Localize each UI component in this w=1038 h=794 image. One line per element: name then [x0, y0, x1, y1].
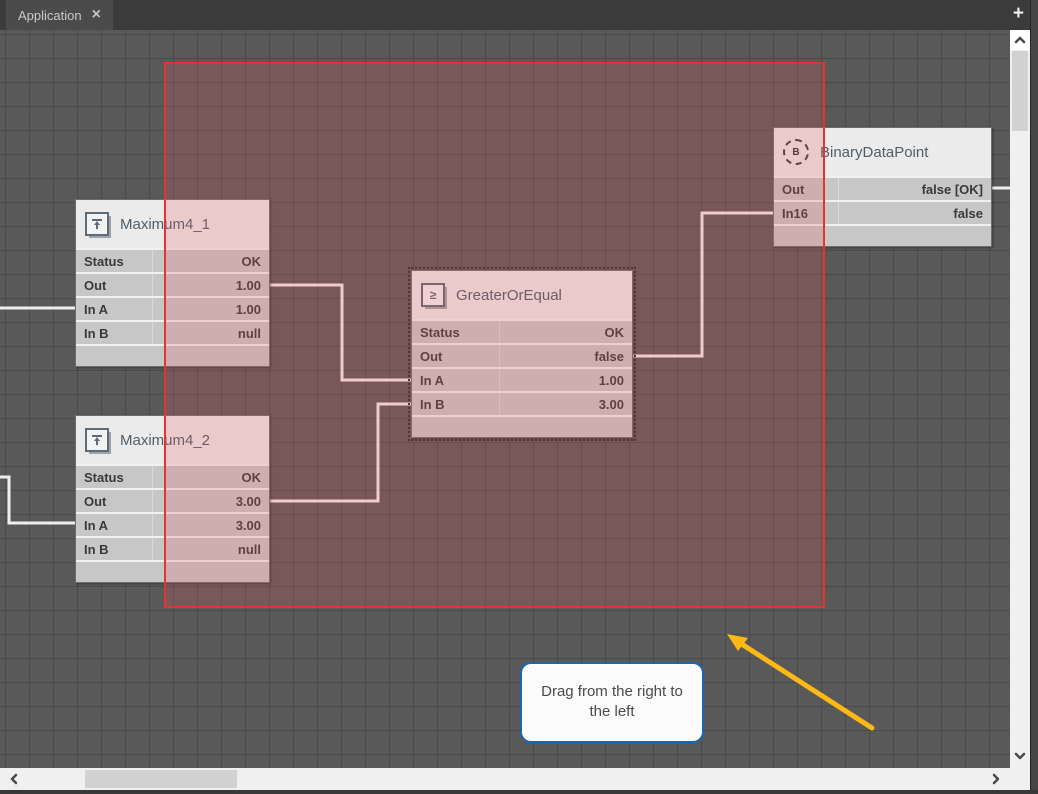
- tab-label: Application: [18, 8, 82, 23]
- add-tab-icon[interactable]: +: [1013, 3, 1024, 25]
- vertical-scrollbar-thumb[interactable]: [1012, 51, 1028, 131]
- horizontal-scrollbar[interactable]: [0, 768, 1030, 790]
- scroll-up-icon[interactable]: [1010, 30, 1030, 50]
- tab-application[interactable]: Application ×: [6, 0, 113, 30]
- tab-bar: Application × +: [0, 0, 1038, 30]
- close-icon[interactable]: ×: [92, 7, 101, 23]
- scroll-right-icon[interactable]: [986, 769, 1006, 789]
- window-right-edge: [1030, 0, 1038, 794]
- annotation-arrow: [0, 30, 1010, 768]
- vertical-scrollbar[interactable]: [1010, 30, 1030, 768]
- scroll-left-icon[interactable]: [4, 769, 24, 789]
- scroll-down-icon[interactable]: [1010, 746, 1030, 766]
- wire-sheet-canvas[interactable]: Maximum4_1 StatusOK Out1.00 In A1.00 In …: [0, 30, 1010, 768]
- window-bottom-edge: [0, 790, 1038, 794]
- wire-sheet-window: Application × + Maximum4_1 StatusOK Out1…: [0, 0, 1038, 794]
- horizontal-scrollbar-thumb[interactable]: [85, 770, 237, 788]
